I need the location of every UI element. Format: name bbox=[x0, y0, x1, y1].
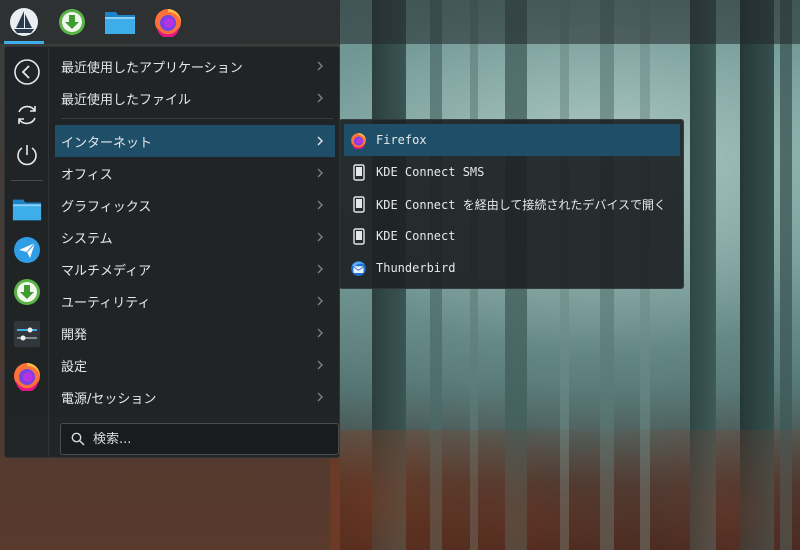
category-recent-applications[interactable]: 最近使用したアプリケーション bbox=[55, 50, 335, 82]
search-icon bbox=[71, 432, 85, 446]
submenu-item-label: Thunderbird bbox=[376, 261, 456, 275]
power-icon bbox=[17, 145, 37, 166]
back-button[interactable] bbox=[11, 56, 43, 88]
submenu-item-kde-connect-sms[interactable]: KDE Connect SMS bbox=[344, 156, 680, 188]
phone-icon bbox=[350, 195, 367, 213]
download-arrow-icon bbox=[59, 9, 85, 35]
submenu-item-kde-connect[interactable]: KDE Connect bbox=[344, 220, 680, 252]
submenu-item-label: Firefox bbox=[376, 133, 427, 147]
settings-sliders-icon bbox=[14, 321, 40, 347]
download-arrow-icon bbox=[14, 279, 40, 305]
back-arrow-icon bbox=[14, 59, 40, 85]
phone-icon bbox=[350, 163, 367, 181]
kde-launcher-boat-icon bbox=[10, 8, 38, 36]
category-graphics[interactable]: グラフィックス bbox=[55, 189, 335, 221]
power-button[interactable] bbox=[11, 139, 43, 171]
chevron-right-icon bbox=[317, 136, 323, 146]
category-label: 最近使用したアプリケーション bbox=[61, 60, 243, 76]
category-label: マルチメディア bbox=[61, 263, 152, 279]
chevron-right-icon bbox=[317, 93, 323, 103]
chevron-right-icon bbox=[317, 232, 323, 242]
chevron-right-icon bbox=[317, 200, 323, 210]
category-office[interactable]: オフィス bbox=[55, 157, 335, 189]
application-menu: 最近使用したアプリケーション 最近使用したファイル インターネット オフィス グ… bbox=[4, 46, 340, 458]
firefox-icon bbox=[14, 363, 40, 391]
submenu-item-label: KDE Connect SMS bbox=[376, 165, 485, 179]
firefox-icon bbox=[155, 9, 181, 37]
category-label: ユーティリティ bbox=[61, 295, 151, 311]
submenu-item-kde-connect-open-on-device[interactable]: KDE Connect を経由して接続されたデバイスで開く bbox=[344, 188, 680, 220]
category-label: 設定 bbox=[61, 359, 88, 375]
menu-sidebar bbox=[5, 47, 49, 457]
category-label: 最近使用したファイル bbox=[61, 92, 192, 108]
autumn-leaves bbox=[330, 430, 800, 550]
favorite-firefox-button[interactable] bbox=[11, 360, 43, 392]
chevron-right-icon bbox=[317, 328, 323, 338]
submenu-item-label: KDE Connect を経由して接続されたデバイスで開く bbox=[376, 197, 666, 212]
category-power-session[interactable]: 電源/セッション bbox=[55, 381, 335, 413]
firefox-icon bbox=[350, 132, 367, 149]
launcher-button[interactable] bbox=[0, 0, 48, 44]
taskbar-firefox-button[interactable] bbox=[144, 0, 192, 44]
refresh-button[interactable] bbox=[11, 99, 43, 131]
category-label: システム bbox=[61, 231, 113, 247]
category-development[interactable]: 開発 bbox=[55, 317, 335, 349]
category-label: 電源/セッション bbox=[61, 391, 157, 407]
chevron-right-icon bbox=[317, 296, 323, 306]
sidebar-separator bbox=[11, 180, 43, 181]
favorite-settings-button[interactable] bbox=[11, 318, 43, 350]
category-label: 開発 bbox=[61, 327, 88, 343]
category-utilities[interactable]: ユーティリティ bbox=[55, 285, 335, 317]
category-internet[interactable]: インターネット bbox=[55, 125, 335, 157]
category-multimedia[interactable]: マルチメディア bbox=[55, 253, 335, 285]
submenu-item-firefox[interactable]: Firefox bbox=[344, 124, 680, 156]
category-recent-files[interactable]: 最近使用したファイル bbox=[55, 82, 335, 114]
chevron-right-icon bbox=[317, 168, 323, 178]
category-label: インターネット bbox=[61, 135, 153, 151]
phone-icon bbox=[350, 227, 367, 245]
search-box[interactable] bbox=[60, 423, 339, 455]
search-input[interactable] bbox=[93, 431, 333, 447]
folder-icon bbox=[12, 199, 42, 221]
chevron-right-icon bbox=[317, 392, 323, 402]
thunderbird-icon bbox=[350, 260, 367, 277]
chevron-right-icon bbox=[317, 360, 323, 370]
category-label: グラフィックス bbox=[61, 199, 152, 215]
internet-submenu: Firefox KDE Connect SMS KDE Connect を経由し… bbox=[339, 119, 684, 289]
chevron-right-icon bbox=[317, 264, 323, 274]
chevron-right-icon bbox=[317, 61, 323, 71]
category-label: オフィス bbox=[61, 167, 113, 183]
favorite-plane-app-button[interactable] bbox=[11, 234, 43, 266]
refresh-icon bbox=[18, 105, 36, 125]
category-separator bbox=[61, 118, 333, 119]
folder-icon bbox=[105, 12, 135, 34]
paper-plane-icon bbox=[14, 237, 40, 263]
category-settings[interactable]: 設定 bbox=[55, 349, 335, 381]
favorite-download-button[interactable] bbox=[11, 276, 43, 308]
submenu-item-thunderbird[interactable]: Thunderbird bbox=[344, 252, 680, 284]
favorite-files-button[interactable] bbox=[11, 193, 43, 225]
taskbar-files-button[interactable] bbox=[96, 0, 144, 44]
taskbar-download-button[interactable] bbox=[48, 0, 96, 44]
category-system[interactable]: システム bbox=[55, 221, 335, 253]
top-panel bbox=[0, 0, 800, 44]
submenu-item-label: KDE Connect bbox=[376, 229, 456, 243]
